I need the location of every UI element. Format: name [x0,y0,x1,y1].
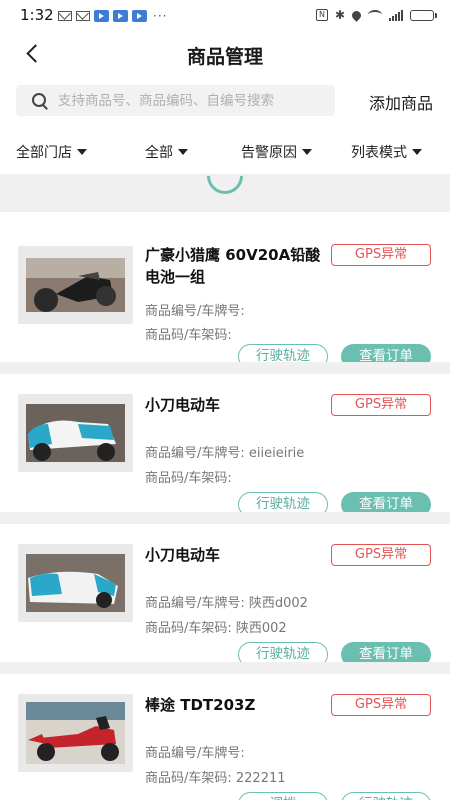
mail-icon [58,11,72,21]
product-name: 棒途 TDT203Z [145,696,256,714]
search-icon [32,92,48,109]
product-list: 广豪小猎鹰 60V20A铅酸电池一组 GPS异常 商品编号/车牌号: 商品码/车… [0,212,450,800]
filter-all[interactable]: 全部 [145,142,188,162]
track-button[interactable]: 行驶轨迹 [341,792,431,800]
pull-to-refresh [0,174,450,212]
product-frame-code: 商品码/车架码: 222211 [145,771,286,786]
filter-view-mode[interactable]: 列表模式 [351,142,422,162]
product-frame-code: 商品码/车架码: 陕西002 [145,621,287,636]
status-badge: GPS异常 [331,694,431,716]
search-box[interactable] [16,85,335,116]
add-product-button[interactable]: 添加商品 [369,90,433,114]
product-image [18,694,133,772]
status-badge: GPS异常 [331,544,431,566]
system-icons: N ✱ [315,8,437,22]
filter-alarm-reason[interactable]: 告警原因 [241,142,312,162]
caret-down-icon [77,149,87,155]
product-frame-code: 商品码/车架码: [145,471,232,486]
transfer-button[interactable]: 调拨 [238,792,328,800]
location-icon [350,8,363,22]
status-bar: 1:32 ··· N ✱ [0,0,450,30]
title-bar: 商品管理 [0,30,450,78]
caret-down-icon [178,149,188,155]
filter-alarm-reason-label: 告警原因 [241,145,297,161]
caret-down-icon [412,149,422,155]
nfc-icon: N [315,9,328,21]
wifi-icon [368,10,382,20]
battery-icon [410,9,437,21]
status-badge: GPS异常 [331,244,431,266]
product-image [18,394,133,472]
product-card[interactable]: 广豪小猎鹰 60V20A铅酸电池一组 GPS异常 商品编号/车牌号: 商品码/车… [0,224,450,369]
product-image [18,544,133,622]
app-notification-icon [113,10,128,22]
product-plate-number: 商品编号/车牌号: [145,746,245,761]
product-name: 小刀电动车 [145,396,221,414]
product-plate-number: 商品编号/车牌号: eiieieirie [145,446,305,461]
more-notifications-icon: ··· [153,9,168,23]
search-row: 添加商品 [0,80,450,122]
bluetooth-icon: ✱ [334,8,345,22]
product-card[interactable]: 小刀电动车 GPS异常 商品编号/车牌号: eiieieirie 商品码/车架码… [0,362,450,517]
status-badge: GPS异常 [331,394,431,416]
filter-store[interactable]: 全部门店 [16,142,87,162]
product-card[interactable]: 小刀电动车 GPS异常 商品编号/车牌号: 陕西d002 商品码/车架码: 陕西… [0,512,450,667]
page-title: 商品管理 [186,46,263,68]
product-image [18,246,133,324]
app-notification-icon [94,10,109,22]
filter-all-label: 全部 [145,145,173,161]
filter-view-mode-label: 列表模式 [351,145,407,161]
product-plate-number: 商品编号/车牌号: 陕西d002 [145,596,308,611]
product-frame-code: 商品码/车架码: [145,328,232,343]
status-time: 1:32 [20,6,54,24]
notification-icons: ··· [58,9,167,23]
product-card[interactable]: 棒途 TDT203Z GPS异常 商品编号/车牌号: 商品码/车架码: 2222… [0,662,450,800]
loading-spinner-icon [199,174,251,202]
app-notification-icon [132,10,147,22]
product-name: 小刀电动车 [145,546,221,564]
caret-down-icon [302,149,312,155]
mail-icon [76,11,90,21]
filter-store-label: 全部门店 [16,145,72,161]
signal-icon [389,9,403,21]
filter-row: 全部门店 全部 告警原因 列表模式 [0,134,450,170]
product-name: 广豪小猎鹰 60V20A铅酸电池一组 [145,246,321,286]
search-input[interactable] [58,92,320,109]
product-plate-number: 商品编号/车牌号: [145,304,245,319]
